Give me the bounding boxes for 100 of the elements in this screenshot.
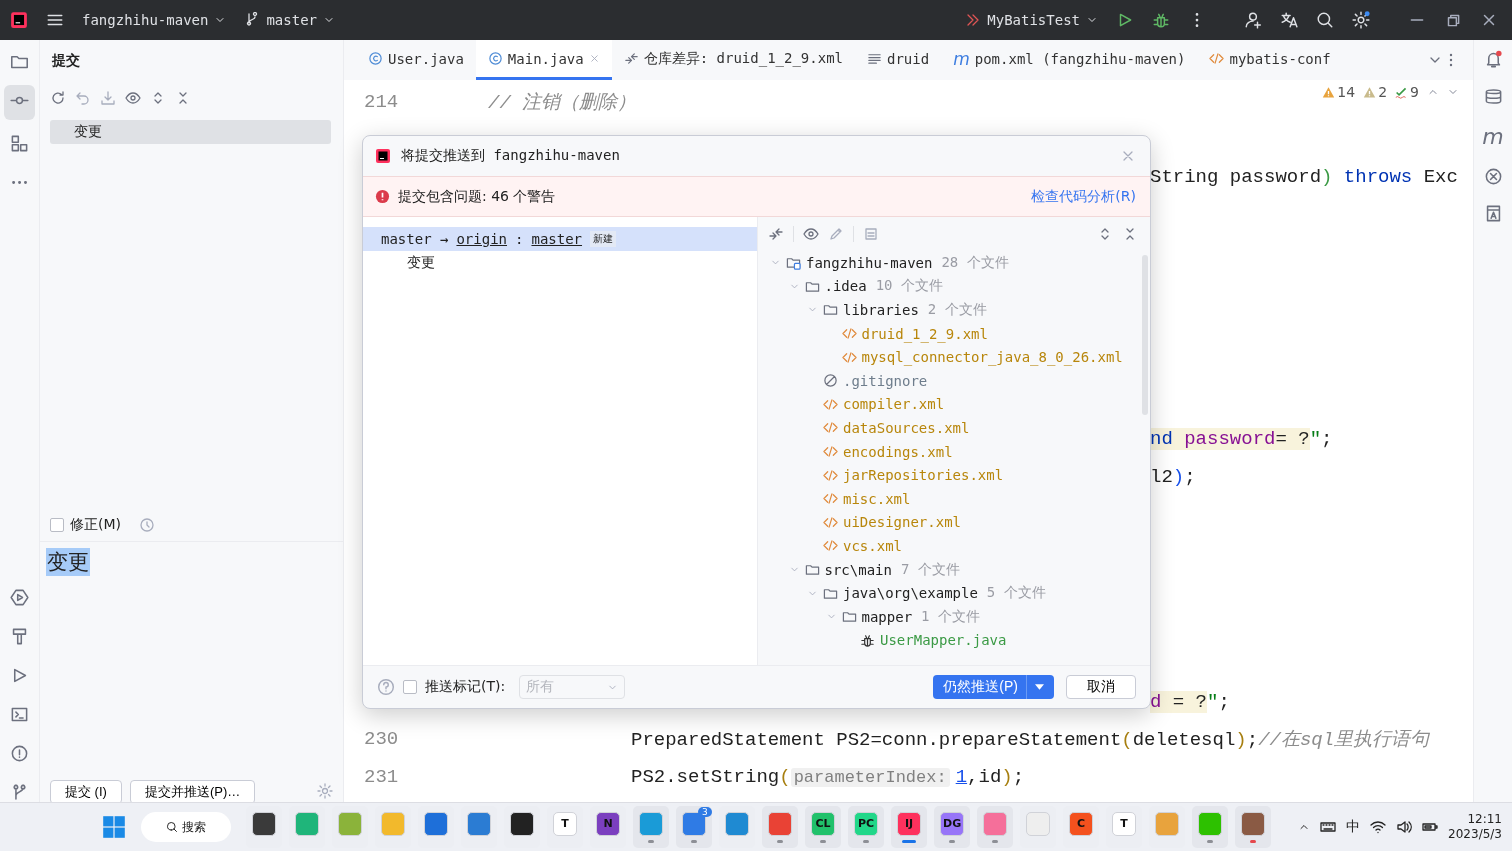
app-button[interactable]: IJ	[897, 811, 922, 836]
app-icon[interactable]	[252, 811, 277, 836]
file-tree-item[interactable]: java\org\example	[843, 585, 978, 602]
branch-row[interactable]: master → origin : master 新建	[363, 227, 757, 251]
database-icon[interactable]	[1483, 87, 1503, 106]
editor-tab[interactable]: druid	[855, 40, 942, 80]
keyboard-icon[interactable]	[1320, 819, 1337, 835]
project-selector[interactable]: fangzhihu-maven	[82, 12, 227, 28]
folder-icon	[804, 562, 820, 577]
git-icon[interactable]	[10, 783, 29, 802]
clock[interactable]: 12:11 2023/5/3	[1448, 812, 1502, 842]
search-icon[interactable]	[1316, 11, 1334, 29]
refresh-icon[interactable]	[50, 90, 66, 106]
search-icon	[166, 821, 179, 833]
xml-file-icon	[823, 420, 838, 436]
xml-file-icon	[1209, 51, 1225, 66]
taskbar-app-button[interactable]: DG	[934, 806, 971, 848]
editor-tab[interactable]: Main.java	[475, 40, 612, 80]
structure-icon[interactable]	[10, 134, 29, 153]
code-line: l2);	[1150, 465, 1196, 488]
terminal-icon[interactable]	[10, 705, 29, 724]
folder-icon	[823, 302, 838, 318]
scrollbar-thumb[interactable]	[1142, 255, 1148, 415]
file-tree-item[interactable]: fangzhihu-maven	[806, 254, 933, 271]
app-button[interactable]: T	[1112, 811, 1137, 836]
file-tree-item[interactable]: mapper	[861, 608, 913, 625]
push-tags-checkbox[interactable]	[403, 680, 417, 694]
ai-icon[interactable]	[1483, 167, 1503, 186]
amend-label: 修正(M)	[70, 516, 121, 534]
push-anyway-button[interactable]: 仍然推送(P)	[933, 675, 1054, 699]
eye-icon[interactable]	[125, 90, 141, 106]
commit-tool-button[interactable]	[4, 85, 35, 120]
services-icon[interactable]	[10, 588, 29, 607]
code-line: // 注销（删除）	[488, 90, 637, 115]
branch-selector[interactable]: master	[244, 12, 335, 28]
class-icon	[368, 51, 383, 66]
volume-icon[interactable]	[1396, 819, 1413, 835]
commit-message-field[interactable]: 变更	[46, 548, 90, 576]
module-folder-icon	[786, 255, 801, 271]
xml-file-icon	[823, 467, 838, 483]
app-button[interactable]: T	[553, 811, 578, 836]
xml-file-icon	[841, 349, 857, 365]
commit-and-push-button[interactable]: 提交并推送(P)…	[129, 780, 256, 802]
app-button[interactable]: PC	[854, 811, 879, 836]
taskbar-search[interactable]: 搜索	[141, 812, 232, 842]
warning-icon	[1322, 85, 1336, 99]
commit-item[interactable]: 变更	[363, 251, 479, 275]
app-button[interactable]: DG	[940, 811, 965, 836]
cancel-button[interactable]: 取消	[1066, 675, 1136, 699]
file-tree-item[interactable]: libraries	[843, 302, 919, 318]
compare-arrows-icon[interactable]	[768, 226, 784, 242]
app-button[interactable]: C	[1069, 811, 1094, 836]
start-icon[interactable]	[102, 815, 127, 839]
notification-badge: 3	[698, 807, 712, 817]
file-count: 7 个文件	[900, 560, 960, 579]
file-tree-item[interactable]: .idea	[824, 278, 867, 295]
code-line: PS2.setString(parameterIndex: 1,id);	[631, 765, 1025, 788]
taskbar-app-button[interactable]: 3	[676, 806, 713, 848]
app-icon[interactable]	[510, 811, 535, 836]
xml-file-icon	[823, 514, 838, 530]
input-method-indicator[interactable]: 中	[1346, 818, 1361, 836]
error-icon	[375, 189, 390, 204]
ignore-file-icon	[823, 373, 838, 389]
eye-icon[interactable]	[803, 226, 819, 242]
source-branch: master →	[381, 231, 449, 247]
taskbar-app-button[interactable]: PC	[848, 806, 885, 848]
typo-count[interactable]: 9	[1395, 84, 1419, 100]
wifi-icon[interactable]	[1370, 819, 1387, 835]
file-tree-item[interactable]: src\main	[824, 561, 892, 578]
xml-file-icon	[823, 444, 838, 460]
commit-button[interactable]: 提交 (I)	[50, 780, 122, 802]
app-button[interactable]: CL	[811, 811, 836, 836]
editor-tab[interactable]: m pom.xml (fangzhihu-maven)	[941, 40, 1198, 80]
taskbar-app-button[interactable]: CL	[805, 806, 842, 848]
target-branch-link[interactable]: master	[531, 231, 583, 247]
new-tag: 新建	[590, 231, 617, 247]
remote-link[interactable]: origin	[456, 231, 507, 247]
problems-icon[interactable]	[10, 744, 29, 763]
bug-icon[interactable]	[1152, 11, 1170, 29]
weak-warning-count[interactable]: 2	[1363, 84, 1388, 100]
editor-tab[interactable]: 仓库差异: druid_1_2_9.xml	[611, 40, 855, 80]
line-number: 231	[364, 765, 399, 788]
file-tree-item[interactable]: .gitignore	[843, 372, 928, 389]
maven-tool-button[interactable]: m	[1482, 124, 1504, 149]
panel-title: 提交	[51, 51, 81, 70]
editor-tab[interactable]: User.java	[356, 40, 476, 80]
editor-tab[interactable]: mybatis-conf	[1197, 40, 1343, 80]
warning-count[interactable]: 14	[1322, 84, 1356, 100]
warning-icon	[1363, 85, 1377, 99]
code-analysis-link[interactable]: 检查代码分析(R)	[1031, 187, 1136, 206]
caret-icon[interactable]	[1035, 684, 1044, 690]
taskbar-app-button[interactable]: IJ	[891, 806, 928, 848]
add-user-icon[interactable]	[1244, 11, 1262, 29]
translate-icon[interactable]	[1280, 11, 1298, 29]
changelist-item[interactable]: 变更	[50, 120, 331, 144]
amend-checkbox[interactable]	[50, 518, 64, 532]
app-logo-icon	[375, 148, 391, 164]
app-logo-icon[interactable]	[10, 11, 28, 29]
hammer-icon[interactable]	[10, 627, 29, 646]
run-configuration-selector[interactable]: MyBatisTest	[965, 12, 1098, 28]
